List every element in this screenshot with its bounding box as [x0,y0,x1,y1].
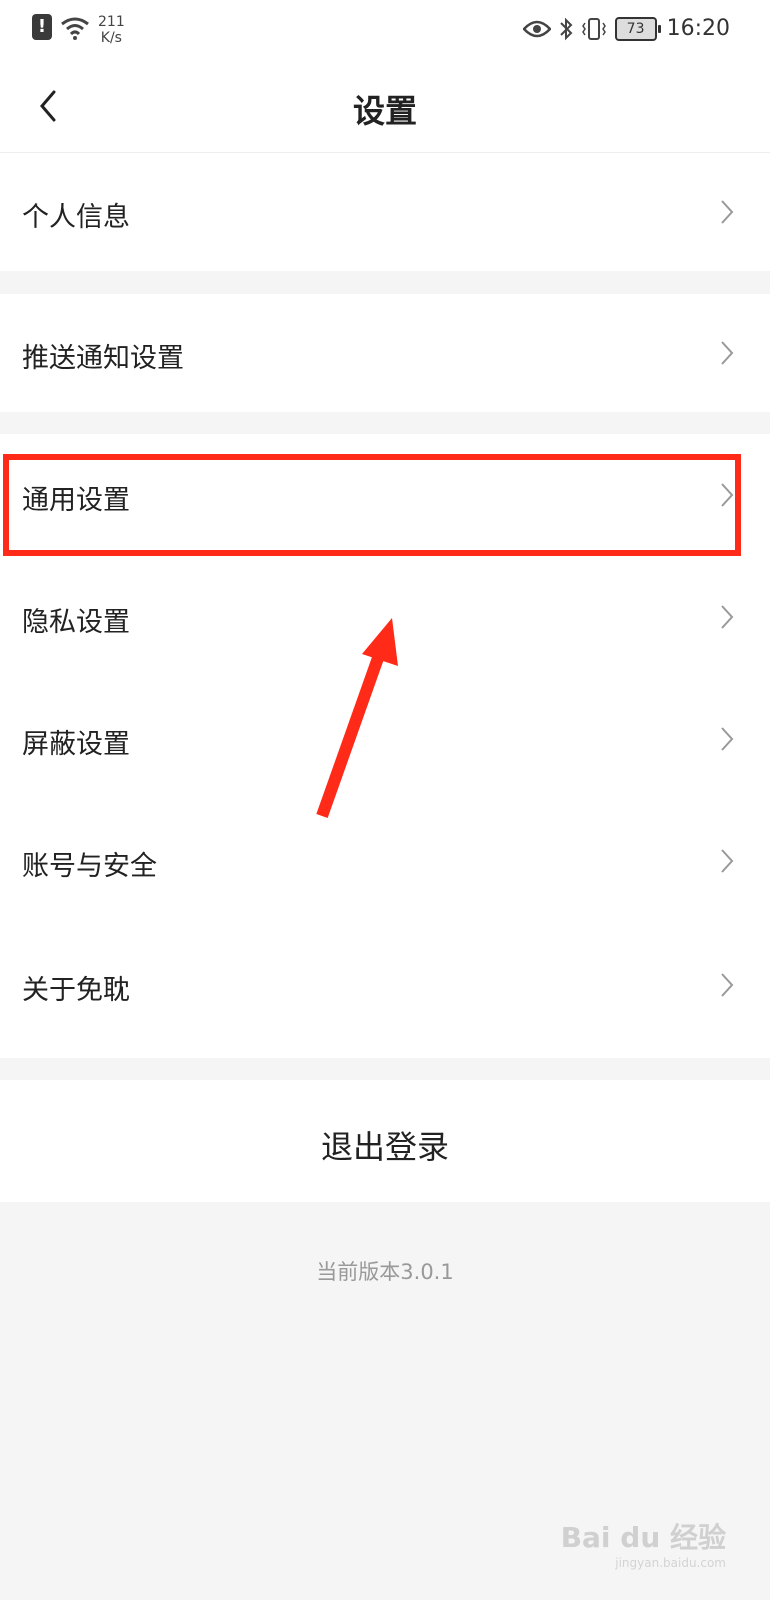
status-bar: ! 211 K/s 73 16:20 [0,0,770,60]
watermark-logo: Bai du 经验 jingyan.baidu.com [561,1516,726,1570]
nav-bar: 设置 [0,60,770,153]
arrow-annotation-icon [316,618,398,819]
menu-item-about[interactable]: 关于免耽 [0,926,770,1050]
notification-alert-icon: ! [32,14,52,40]
menu-item-label: 屏蔽设置 [22,729,130,760]
menu-item-label: 账号与安全 [22,851,157,882]
chevron-right-icon [721,727,734,751]
menu-item-personal-info[interactable]: 个人信息 [0,153,770,271]
battery-icon: 73 [614,16,661,41]
status-left: ! 211 K/s [32,14,125,46]
status-time: 16:20 [666,16,730,41]
wifi-icon [61,17,89,40]
menu-item-label: 推送通知设置 [22,343,184,374]
chevron-right-icon [721,200,734,224]
logout-button[interactable]: 退出登录 [0,1080,770,1202]
menu-item-label: 隐私设置 [22,607,130,638]
watermark-url: jingyan.baidu.com [615,1556,726,1570]
status-right: 73 16:20 [515,16,730,41]
net-speed: 211 K/s [98,14,125,46]
bluetooth-icon [559,17,573,40]
vibrate-icon [581,17,606,40]
watermark-brand: Bai du 经验 [560,1521,726,1554]
page-title: 设置 [352,92,417,130]
version-text: 当前版本3.0.1 [316,1260,454,1284]
chevron-right-icon [721,973,734,997]
menu-item-label: 关于免耽 [22,975,130,1006]
chevron-right-icon [721,483,734,507]
menu-item-label: 通用设置 [22,485,130,516]
logout-label: 退出登录 [320,1128,449,1166]
chevron-right-icon [721,849,734,873]
chevron-right-icon [721,605,734,629]
menu-item-label: 个人信息 [22,202,130,233]
menu-item-push-notification[interactable]: 推送通知设置 [0,294,770,412]
menu-item-general-settings[interactable]: 通用设置 [0,434,770,554]
net-speed-unit: K/s [100,30,122,46]
eye-icon [522,20,551,37]
net-speed-value: 211 [98,14,125,30]
chevron-right-icon [721,341,734,365]
